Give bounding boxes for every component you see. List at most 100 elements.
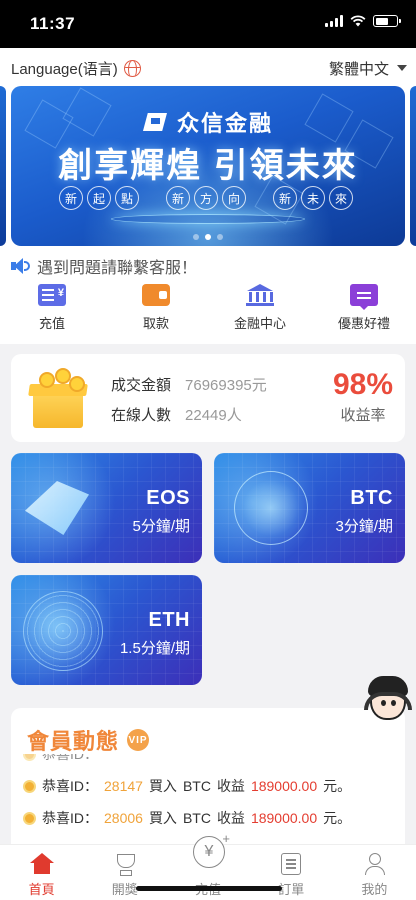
- feed-row: 恭喜ID： 28006 買入 BTC 收益 189000.00 元。: [23, 802, 393, 834]
- tab-label: 首頁: [28, 882, 55, 897]
- banner-slogan: 創享輝煌 引領未來: [58, 147, 358, 185]
- btc-orb-graphic: [234, 471, 308, 545]
- banner-chip-group: 新 方 向: [166, 186, 246, 210]
- tab-profile[interactable]: 我的: [333, 845, 416, 900]
- quick-menu-label: 優惠好禮: [337, 316, 390, 331]
- tab-lottery[interactable]: 開獎: [83, 845, 166, 900]
- banner-chip: 未: [301, 186, 325, 210]
- carousel-dot[interactable]: [193, 234, 199, 240]
- vip-badge-icon: VIP: [127, 729, 150, 751]
- banner-chip: 來: [329, 186, 353, 210]
- banner-brand-name: 众信金融: [176, 111, 273, 136]
- yuan-icon[interactable]: ¥: [193, 831, 230, 868]
- banner-chip: 新: [166, 186, 190, 210]
- feed-action: 買入: [148, 810, 177, 826]
- banner-brand: 众信金融: [11, 106, 405, 138]
- feed-suffix: 元。: [323, 810, 352, 826]
- banner-chip: 新: [59, 186, 83, 210]
- speaker-icon: [11, 258, 30, 274]
- stat-online-label: 在線人數: [111, 407, 172, 424]
- quick-menu-label: 金融中心: [233, 316, 286, 331]
- feed-amount: 189000.00: [250, 778, 318, 794]
- quick-menu-withdraw[interactable]: 取款: [104, 284, 208, 336]
- stat-volume-label: 成交金額: [111, 377, 172, 394]
- feed-prefix: 恭喜ID：: [42, 810, 98, 826]
- language-bar: Language(语言) 繁體中文: [11, 57, 407, 79]
- medal-icon: [23, 779, 36, 793]
- quick-menu-recharge[interactable]: 充值: [0, 284, 104, 336]
- product-period: 5分鐘/期: [132, 518, 190, 535]
- battery-icon: [373, 15, 401, 27]
- signal-icon: [325, 15, 343, 27]
- recharge-icon: [38, 284, 66, 306]
- feed-action: 買入: [148, 778, 177, 794]
- banner-carousel[interactable]: 众信金融 創享輝煌 引領未來 新 起 點 新 方 向 新 未 來: [11, 86, 405, 246]
- yield-rate-value: 98%: [332, 368, 393, 401]
- quick-menu-promotions[interactable]: 優惠好禮: [312, 284, 416, 336]
- feed-user-id: 28147: [104, 778, 143, 794]
- quick-menu-label: 取款: [142, 316, 169, 331]
- product-card-btc[interactable]: BTC 3分鐘/期: [214, 453, 405, 563]
- quick-menu-label: 充值: [38, 316, 65, 331]
- trophy-icon: [113, 853, 137, 876]
- banner-next-peek[interactable]: [410, 86, 416, 246]
- feed-gain-label: 收益: [216, 810, 245, 826]
- stat-online-value: 22449人: [185, 407, 242, 424]
- eos-crystal-graphic: [25, 481, 89, 535]
- banner-chip: 起: [87, 186, 111, 210]
- quick-menu: 充值 取款 金融中心 優惠好禮: [0, 284, 416, 336]
- feed-coin: BTC: [182, 810, 211, 826]
- stat-volume: 成交金額 76969395元: [111, 374, 267, 395]
- home-icon: [29, 853, 54, 875]
- banner-chip-group: 新 起 點: [59, 186, 139, 210]
- carousel-dots: [11, 234, 405, 240]
- tab-label: 我的: [361, 882, 388, 897]
- user-icon: [362, 853, 386, 875]
- product-card-eth[interactable]: ETH 1.5分鐘/期: [11, 575, 202, 685]
- yield-rate-label: 收益率: [340, 407, 386, 424]
- tab-home[interactable]: 首頁: [0, 845, 83, 900]
- tab-orders[interactable]: 訂單: [250, 845, 333, 900]
- banner-platform-glow: [111, 214, 305, 224]
- banner-chip: 點: [115, 186, 139, 210]
- headset-icon: [364, 692, 412, 710]
- feed-coin: BTC: [182, 778, 211, 794]
- language-label: Language(语言): [11, 60, 118, 78]
- feed-prefix: 恭喜ID：: [42, 778, 98, 794]
- globe-icon[interactable]: [123, 59, 141, 77]
- feed-row: 恭喜ID： 28147 買入 BTC 收益 189000.00 元。: [23, 770, 393, 802]
- wifi-icon: [350, 15, 366, 27]
- stats-card: 成交金額 76969395元 在線人數 22449人 98% 收益率: [11, 354, 405, 442]
- banner-chip-group: 新 未 來: [273, 186, 353, 210]
- carousel-dot[interactable]: [217, 234, 223, 240]
- brand-logo-icon: [143, 111, 169, 133]
- tab-label: 開獎: [111, 882, 138, 897]
- stat-volume-value: 76969395元: [185, 377, 267, 394]
- feed-user-id: 28006: [104, 810, 143, 826]
- wallet-icon: [142, 284, 170, 306]
- notice-text: 遇到問題請聯繫客服！: [37, 260, 198, 277]
- quick-menu-finance-center[interactable]: 金融中心: [208, 284, 312, 336]
- medal-icon: [23, 811, 36, 825]
- stat-online: 在線人數 22449人: [111, 404, 267, 425]
- stats-rows: 成交金額 76969395元 在線人數 22449人: [111, 374, 267, 434]
- language-select[interactable]: 繁體中文: [329, 58, 407, 79]
- yield-rate: 98% 收益率: [333, 368, 393, 425]
- banner-prev-peek[interactable]: [0, 86, 6, 246]
- order-icon: [281, 853, 302, 875]
- product-period: 3分鐘/期: [335, 518, 393, 535]
- notice-bar[interactable]: 遇到問題請聯繫客服！: [11, 254, 197, 278]
- banner-chip: 方: [194, 186, 218, 210]
- eth-globe-graphic: [23, 591, 103, 671]
- product-name: ETH: [148, 609, 190, 631]
- product-period: 1.5分鐘/期: [119, 640, 190, 657]
- carousel-dot[interactable]: [205, 234, 211, 240]
- member-activity-feed: 恭喜ID： 恭喜ID： 28147 買入 BTC 收益 189000.00 元。…: [23, 754, 393, 834]
- banner-chip: 新: [273, 186, 297, 210]
- customer-service-avatar-button[interactable]: [362, 674, 414, 730]
- home-indicator: [136, 886, 282, 891]
- treasure-box-icon: [25, 368, 88, 428]
- product-card-eos[interactable]: EOS 5分鐘/期: [11, 453, 202, 563]
- product-name: BTC: [350, 487, 393, 509]
- member-activity-title: 會員動態 VIP: [27, 724, 150, 756]
